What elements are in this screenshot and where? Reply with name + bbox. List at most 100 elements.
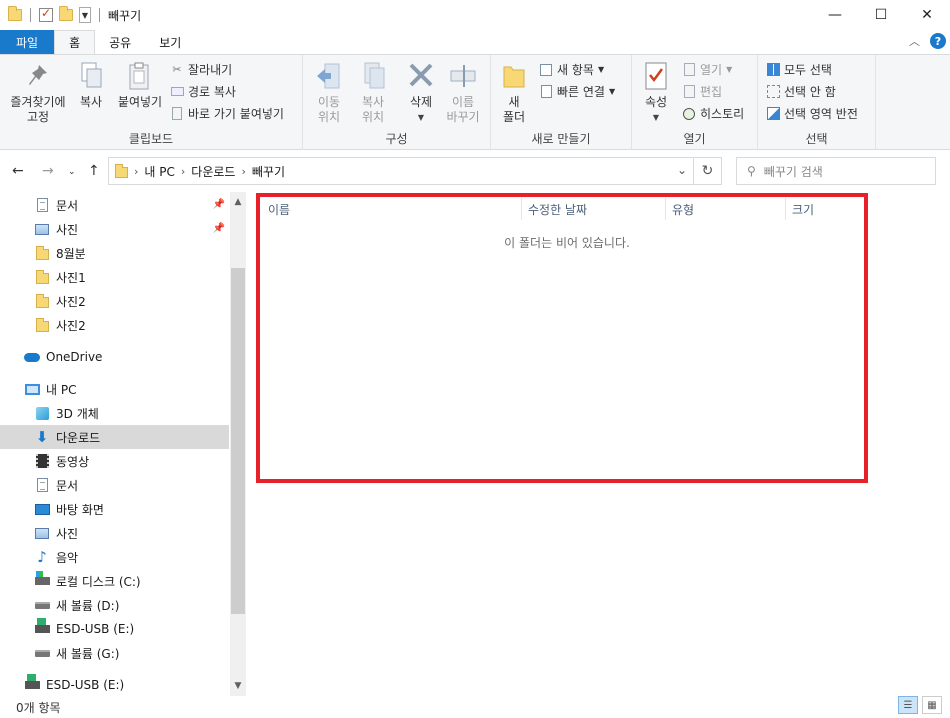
pin-icon[interactable]: 📌 (213, 223, 225, 234)
breadcrumb-chevron-icon[interactable]: › (181, 165, 185, 178)
nav-item-label: 동영상 (56, 454, 90, 469)
nav-item-volume-d[interactable]: 새 볼륨 (D:) (0, 593, 229, 617)
edit-label: 편집 (700, 85, 723, 99)
copy-to-button[interactable]: 복사 위치 (353, 61, 393, 125)
nav-item-label: 문서 (56, 478, 79, 493)
scroll-down-arrow-icon[interactable]: ▼ (230, 678, 246, 694)
breadcrumb-item-this-pc[interactable]: 내 PC (144, 163, 174, 180)
breadcrumb-chevron-icon[interactable]: › (134, 165, 138, 178)
window-title: 빼꾸기 (108, 8, 142, 23)
nav-item-folder[interactable]: 사진1 (0, 265, 229, 289)
edit-button[interactable]: 편집 (682, 83, 722, 100)
move-to-button[interactable]: 이동 위치 (309, 61, 349, 125)
breadcrumb-item-downloads[interactable]: 다운로드 (191, 163, 235, 180)
properties-label: 속성 (644, 95, 668, 109)
new-folder-icon[interactable] (59, 6, 73, 21)
nav-item-documents-pinned[interactable]: 문서 📌 (0, 193, 229, 217)
invert-selection-button[interactable]: 선택 영역 반전 (766, 105, 858, 122)
minimize-button[interactable]: — (812, 0, 858, 30)
copy-path-button[interactable]: 경로 복사 (170, 83, 236, 100)
nav-item-local-disk-c[interactable]: 로컬 디스크 (C:) (0, 569, 229, 593)
nav-scrollbar[interactable]: ▲ ▼ (230, 192, 246, 696)
scroll-up-arrow-icon[interactable]: ▲ (230, 194, 246, 210)
breadcrumb-chevron-icon[interactable]: › (241, 165, 245, 178)
ribbon: 즐겨찾기에 고정 복사 붙여넣기 ✂ 잘라내기 경로 복사 바로 가기 붙여넣기… (0, 54, 950, 150)
history-button[interactable]: 히스토리 (682, 105, 744, 122)
nav-item-desktop[interactable]: 바탕 화면 (0, 497, 229, 521)
search-input[interactable]: ⚲ 빼꾸기 검색 (736, 157, 936, 185)
nav-item-label: 3D 개체 (56, 406, 99, 421)
properties-icon (642, 61, 670, 91)
tab-home[interactable]: 홈 (54, 30, 96, 54)
breadcrumb-item-current[interactable]: 빼꾸기 (252, 163, 285, 180)
scroll-thumb[interactable] (231, 268, 245, 614)
customize-toolbar-dropdown[interactable]: ▼ (79, 7, 91, 23)
nav-item-onedrive[interactable]: OneDrive (0, 345, 229, 369)
properties-button[interactable]: 속성 ▼ (638, 61, 674, 125)
nav-item-folder[interactable]: 사진2 (0, 289, 229, 313)
scissors-icon: ✂ (172, 63, 182, 76)
nav-item-videos[interactable]: 동영상 (0, 449, 229, 473)
select-none-button[interactable]: 선택 안 함 (766, 83, 836, 100)
nav-item-folder[interactable]: 8월분 (0, 241, 229, 265)
properties-dropdown-icon[interactable]: ▼ (653, 110, 659, 125)
details-view-icon[interactable]: ☰ (898, 696, 918, 714)
address-bar[interactable]: › 내 PC › 다운로드 › 빼꾸기 ⌄ (108, 157, 694, 185)
nav-item-volume-g[interactable]: 새 볼륨 (G:) (0, 641, 229, 665)
nav-item-3d-objects[interactable]: 3D 개체 (0, 401, 229, 425)
paste-shortcut-button[interactable]: 바로 가기 붙여넣기 (170, 105, 284, 122)
nav-item-pictures[interactable]: 사진 (0, 521, 229, 545)
3d-objects-icon (35, 406, 49, 420)
rename-icon (449, 61, 477, 91)
nav-item-this-pc[interactable]: 내 PC (0, 377, 229, 401)
select-all-button[interactable]: 모두 선택 (766, 61, 832, 78)
tab-view[interactable]: 보기 (145, 30, 195, 54)
cut-button[interactable]: ✂ 잘라내기 (170, 61, 232, 78)
address-row: ← → ⌄ ↑ › 내 PC › 다운로드 › 빼꾸기 ⌄ ↻ ⚲ 빼꾸기 검색 (0, 150, 950, 192)
desktop-icon (34, 503, 50, 515)
tab-share[interactable]: 공유 (95, 30, 145, 54)
easy-access-button[interactable]: 빠른 연결 ▼ (539, 83, 615, 100)
collapse-ribbon-icon[interactable]: ︿ (909, 33, 920, 49)
picture-icon (35, 223, 49, 235)
up-arrow-icon[interactable]: ↑ (88, 163, 100, 179)
refresh-button[interactable]: ↻ (694, 157, 722, 185)
highlight-box (256, 193, 868, 483)
nav-item-folder[interactable]: 사진2 (0, 313, 229, 337)
large-icons-view-icon[interactable]: ▦ (922, 696, 942, 714)
properties-icon[interactable] (39, 6, 53, 22)
nav-item-documents[interactable]: 문서 (0, 473, 229, 497)
search-icon: ⚲ (747, 164, 756, 178)
item-count: 0개 항목 (16, 700, 61, 715)
recent-locations-chevron-icon[interactable]: ⌄ (68, 167, 76, 177)
nav-item-label: 사진2 (56, 318, 86, 333)
paste-label: 붙여넣기 (117, 95, 163, 109)
new-folder-button[interactable]: 새 폴더 (497, 61, 531, 125)
pin-icon[interactable]: 📌 (213, 199, 225, 210)
delete-button[interactable]: 삭제 ▼ (403, 61, 439, 125)
paste-button[interactable]: 붙여넣기 (112, 61, 168, 110)
delete-dropdown-icon[interactable]: ▼ (418, 110, 424, 125)
nav-item-pictures-pinned[interactable]: 사진 📌 (0, 217, 229, 241)
nav-item-usb-e[interactable]: ESD-USB (E:) (0, 617, 229, 641)
select-group-label: 선택 (805, 132, 828, 146)
pin-label: 즐겨찾기에 고정 (10, 95, 66, 124)
maximize-button[interactable]: ☐ (858, 0, 904, 30)
open-button[interactable]: 열기 ▼ (682, 61, 732, 78)
back-arrow-icon[interactable]: ← (12, 163, 24, 179)
pin-to-quick-access-button[interactable]: 즐겨찾기에 고정 (6, 61, 70, 125)
copy-button[interactable]: 복사 (74, 61, 108, 110)
help-icon[interactable]: ? (930, 33, 946, 49)
forward-arrow-icon[interactable]: → (42, 163, 54, 179)
rename-button[interactable]: 이름 바꾸기 (443, 61, 483, 125)
windows-drive-icon (34, 571, 50, 585)
nav-item-music[interactable]: ♪ 음악 (0, 545, 229, 569)
close-button[interactable]: ✕ (904, 0, 950, 30)
tab-file[interactable]: 파일 (0, 30, 55, 54)
new-item-button[interactable]: 새 항목 ▼ (539, 61, 604, 78)
nav-item-downloads[interactable]: ⬇ 다운로드 (0, 425, 229, 449)
nav-item-usb-e-root[interactable]: ESD-USB (E:) (0, 673, 229, 697)
address-dropdown-icon[interactable]: ⌄ (677, 163, 687, 177)
title-bar: ▼ 빼꾸기 — ☐ ✕ (0, 0, 950, 30)
copy-to-icon (359, 61, 387, 91)
